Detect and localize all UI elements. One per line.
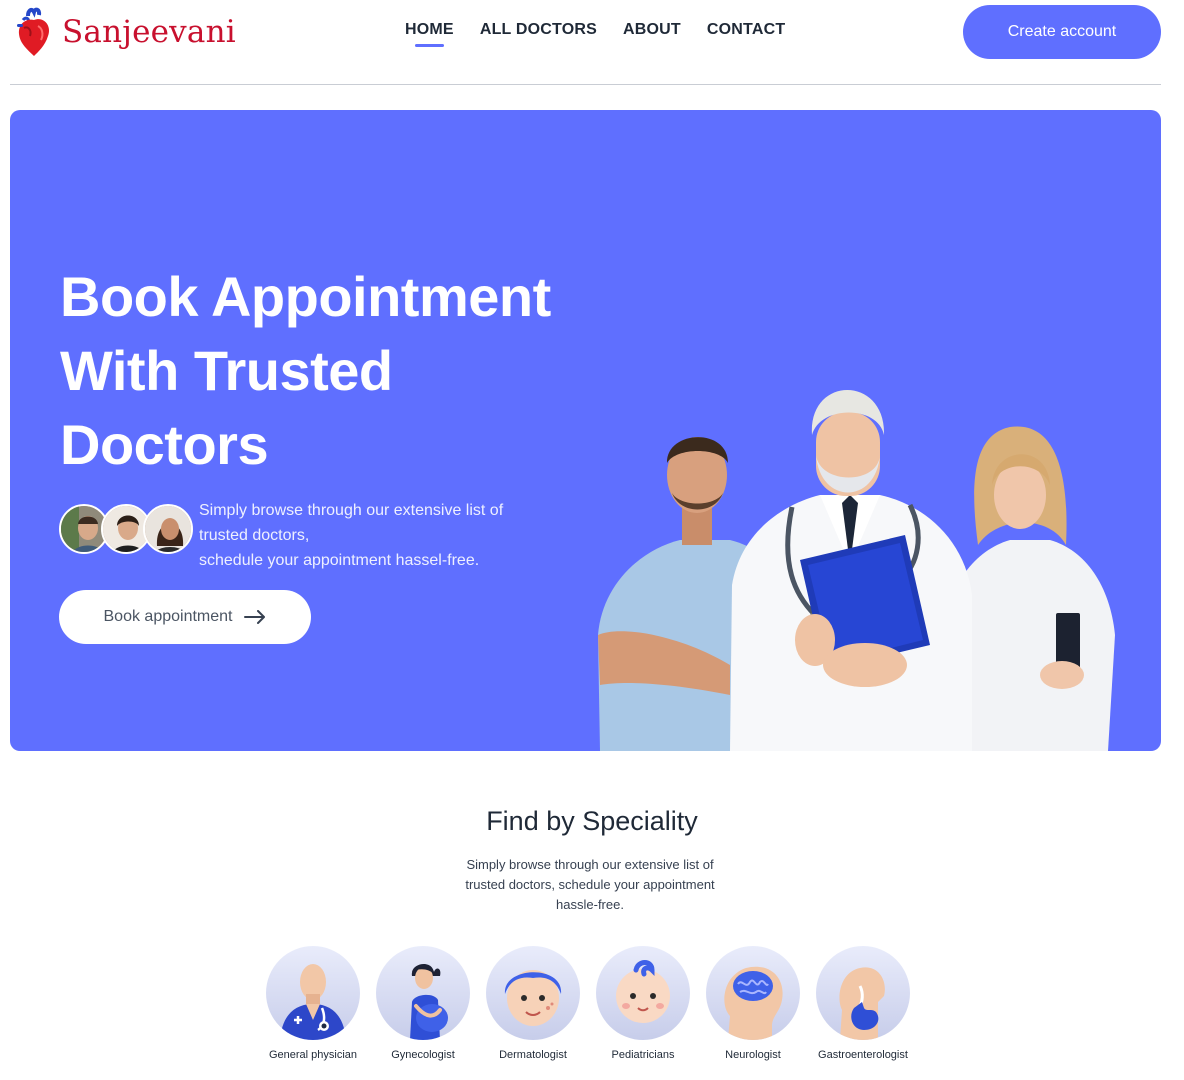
book-appointment-button[interactable]: Book appointment <box>59 590 311 644</box>
hero-title-line: With Trusted <box>60 339 393 402</box>
speciality-title: Find by Speciality <box>486 806 698 836</box>
hero-description-line: schedule your appointment hassel-free. <box>199 552 480 569</box>
avatar-stack <box>59 504 193 554</box>
speciality-label: General physician <box>268 1049 358 1061</box>
nav-divider <box>10 84 1161 85</box>
book-appointment-label: Book appointment <box>103 608 233 625</box>
hero-title-line: Book Appointment <box>60 265 551 328</box>
speciality-item-dermatologist[interactable]: Dermatologist <box>478 946 588 1061</box>
speciality-description: Simply browse through our extensive list… <box>440 855 740 915</box>
nav-link-all-doctors[interactable]: ALL DOCTORS <box>480 21 597 47</box>
arrow-right-icon <box>244 610 266 624</box>
speciality-description-line: hassle-free. <box>556 897 624 912</box>
speciality-description-line: Simply browse through our extensive list… <box>466 857 714 872</box>
speciality-item-neurologist[interactable]: Neurologist <box>698 946 808 1061</box>
pediatrician-icon <box>596 946 690 1040</box>
general-physician-icon <box>266 946 360 1040</box>
avatar <box>143 504 193 554</box>
hero-description-line: trusted doctors, <box>199 527 310 544</box>
speciality-list: General physician Gynecologist Dermatolo… <box>258 946 918 1076</box>
speciality-item-gastroenterologist[interactable]: Gastroenterologist <box>808 946 918 1061</box>
speciality-item-general-physician[interactable]: General physician <box>258 946 368 1061</box>
speciality-label: Gynecologist <box>391 1049 455 1061</box>
neurologist-icon <box>706 946 800 1040</box>
speciality-item-gynecologist[interactable]: Gynecologist <box>368 946 478 1061</box>
speciality-label: Pediatricians <box>611 1049 675 1061</box>
create-account-button[interactable]: Create account <box>963 5 1161 59</box>
gynecologist-icon <box>376 946 470 1040</box>
nav-link-contact[interactable]: CONTACT <box>707 21 785 47</box>
speciality-label: Neurologist <box>725 1049 781 1061</box>
nav-link-home[interactable]: HOME <box>405 21 454 47</box>
nav-link-about[interactable]: ABOUT <box>623 21 681 47</box>
brand-name: Sanjeevani <box>62 14 236 50</box>
main-nav: HOME ALL DOCTORS ABOUT CONTACT <box>405 21 785 47</box>
speciality-description-line: trusted doctors, schedule your appointme… <box>465 877 715 892</box>
gastroenterologist-icon <box>816 946 910 1040</box>
navbar: Sanjeevani HOME ALL DOCTORS ABOUT CONTAC… <box>0 0 1184 86</box>
logo[interactable]: Sanjeevani <box>14 6 236 58</box>
hero-title-line: Doctors <box>60 413 269 476</box>
speciality-item-pediatricians[interactable]: Pediatricians <box>588 946 698 1061</box>
speciality-label: Gastroenterologist <box>818 1049 908 1061</box>
hero-banner: Book Appointment With Trusted Doctors Si… <box>10 110 1161 751</box>
hero-description: Simply browse through our extensive list… <box>199 498 559 573</box>
hero-profile-group: Simply browse through our extensive list… <box>59 498 559 573</box>
speciality-label: Dermatologist <box>499 1049 567 1061</box>
dermatologist-icon <box>486 946 580 1040</box>
hero-description-line: Simply browse through our extensive list… <box>199 502 504 519</box>
heart-anatomy-icon <box>17 7 50 56</box>
doctors-group-image <box>598 390 1115 751</box>
hero-title: Book Appointment With Trusted Doctors <box>60 260 620 482</box>
